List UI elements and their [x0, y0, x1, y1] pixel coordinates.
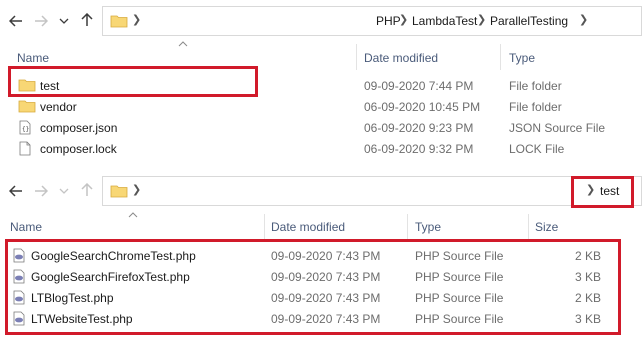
column-header-date-modified[interactable]: Date modified	[364, 51, 438, 65]
svg-text:{}: {}	[22, 126, 29, 133]
up-arrow-icon[interactable]	[78, 181, 96, 199]
column-divider[interactable]	[528, 214, 529, 240]
file-date: 06-09-2020 9:23 PM	[364, 121, 474, 135]
breadcrumb-chevron-icon[interactable]: ❯	[477, 13, 486, 26]
highlight-box	[571, 176, 634, 208]
column-header-size[interactable]: Size	[535, 220, 558, 234]
breadcrumb-paralleltesting[interactable]: ParallelTesting	[490, 14, 568, 28]
forward-arrow-icon[interactable]	[32, 12, 50, 30]
breadcrumb-chevron-icon[interactable]: ❯	[579, 13, 588, 26]
column-header-type[interactable]: Type	[509, 51, 535, 65]
address-bar[interactable]: ❯ PHP ❯ LambdaTest ❯ ParallelTesting ❯	[102, 6, 642, 36]
json-file-icon: {}	[19, 120, 31, 135]
file-date: 06-09-2020 9:32 PM	[364, 142, 474, 156]
file-row[interactable]: composer.lock 06-09-2020 9:32 PM LOCK Fi…	[0, 138, 644, 159]
column-divider[interactable]	[264, 214, 265, 240]
file-name: vendor	[40, 100, 77, 114]
file-name: composer.lock	[40, 142, 117, 156]
forward-arrow-icon[interactable]	[32, 182, 50, 200]
column-divider[interactable]	[356, 44, 357, 70]
file-type: LOCK File	[509, 142, 565, 156]
address-bar[interactable]: ❯ ❯ test	[102, 176, 642, 206]
highlight-box	[8, 66, 258, 97]
file-row[interactable]: vendor 06-09-2020 10:45 PM File folder	[0, 96, 644, 117]
back-arrow-icon[interactable]	[7, 182, 25, 200]
breadcrumb-lambdatest[interactable]: LambdaTest	[412, 14, 477, 28]
column-header-type[interactable]: Type	[415, 220, 441, 234]
sort-ascending-icon	[178, 41, 188, 47]
column-divider[interactable]	[500, 44, 501, 70]
file-date: 06-09-2020 10:45 PM	[364, 100, 481, 114]
file-type: JSON Source File	[509, 121, 606, 135]
folder-icon	[110, 15, 128, 28]
breadcrumb-chevron-icon[interactable]: ❯	[132, 183, 141, 196]
sort-ascending-icon	[128, 212, 138, 218]
recent-locations-chevron-icon[interactable]	[55, 12, 73, 30]
back-arrow-icon[interactable]	[7, 12, 25, 30]
file-type: File folder	[509, 79, 562, 93]
breadcrumb-chevron-icon[interactable]: ❯	[132, 13, 141, 26]
column-header-date-modified[interactable]: Date modified	[271, 220, 345, 234]
column-header-name[interactable]: Name	[17, 51, 49, 65]
highlight-box	[5, 239, 621, 335]
folder-icon	[110, 185, 128, 198]
breadcrumb-chevron-icon[interactable]: ❯	[399, 13, 408, 26]
breadcrumb-php[interactable]: PHP	[376, 14, 401, 28]
file-row[interactable]: {} composer.json 06-09-2020 9:23 PM JSON…	[0, 117, 644, 138]
column-header-name[interactable]: Name	[10, 220, 42, 234]
column-divider[interactable]	[407, 214, 408, 240]
document-icon	[19, 141, 31, 156]
folder-icon	[18, 100, 36, 113]
file-date: 09-09-2020 7:44 PM	[364, 79, 474, 93]
up-arrow-icon[interactable]	[78, 11, 96, 29]
file-name: composer.json	[40, 121, 118, 135]
file-type: File folder	[509, 100, 562, 114]
recent-locations-chevron-icon[interactable]	[55, 182, 73, 200]
